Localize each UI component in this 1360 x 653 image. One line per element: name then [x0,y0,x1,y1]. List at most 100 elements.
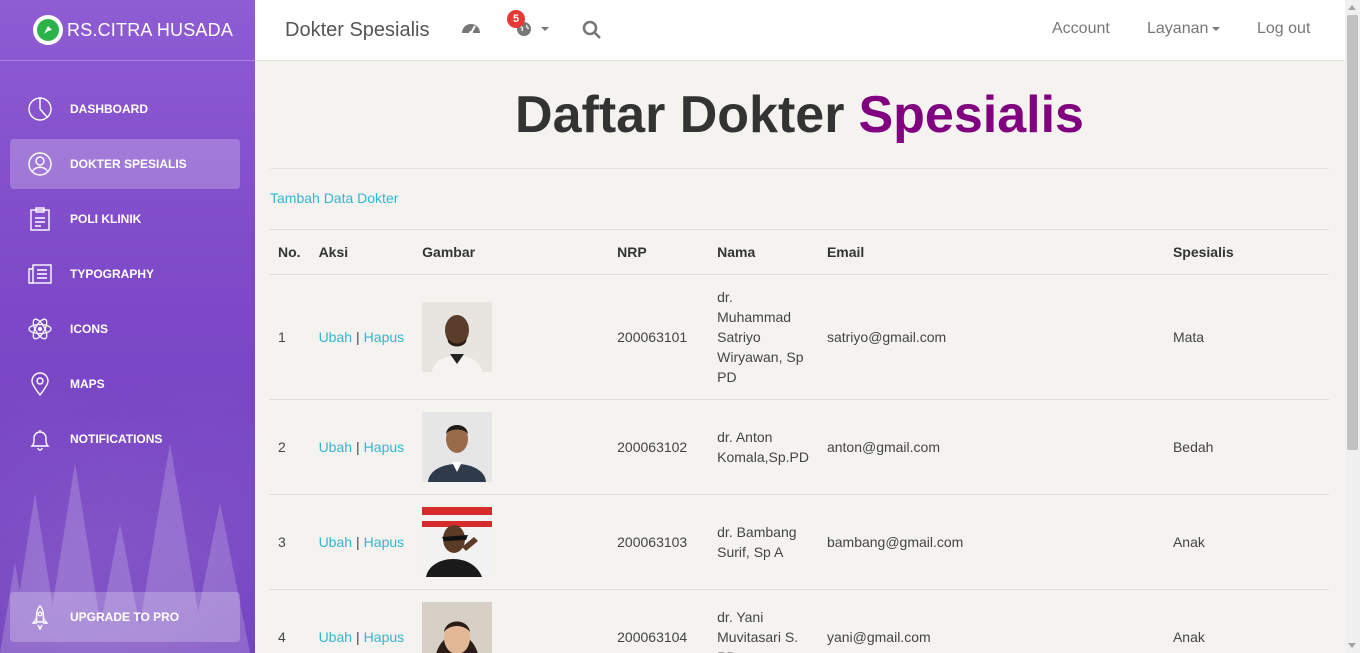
sidebar-item-notifications[interactable]: NOTIFICATIONS [10,414,240,464]
column-header-gambar: Gambar [413,229,609,275]
cell-email: anton@gmail.com [817,399,1164,495]
cell-actions: Ubah | Hapus [309,589,414,653]
table-row: 4 Ubah | Hapus 200063104 dr. Yani Muvitasa… [269,589,1329,653]
search-icon[interactable] [582,20,602,45]
cell-image [413,589,609,653]
sidebar-item-label: DOKTER SPESIALIS [70,157,187,171]
cell-spesialis: Bedah [1163,399,1329,495]
sidebar-item-maps[interactable]: MAPS [10,359,240,409]
column-header-nama: Nama [708,229,818,275]
page-title[interactable]: Dokter Spesialis [285,19,430,42]
sidebar-item-icons[interactable]: ICONS [10,304,240,354]
hospital-logo-icon [33,15,63,45]
cell-nrp: 200063101 [608,274,709,400]
sidebar-item-dokter-spesialis[interactable]: DOKTER SPESIALIS [10,139,240,189]
action-separator: | [356,329,360,345]
delete-link[interactable]: Hapus [364,439,404,455]
cell-no: 3 [269,494,310,590]
cell-nama: dr. Yani Muvitasari S. PD [708,589,818,653]
cell-image [413,494,609,590]
table-row: 3 Ubah | Hapus 200063103 dr. Bambang Surif… [269,494,1329,590]
sidebar-item-label: POLI KLINIK [70,212,142,226]
edit-link[interactable]: Ubah [319,534,352,550]
cell-nrp: 200063104 [608,589,709,653]
doctor-photo [422,302,493,372]
newspaper-icon [26,260,54,288]
sidebar: RS.CITRA HUSADA DASHBOARD DOKTER SPESIAL… [0,0,255,653]
cell-nrp: 200063102 [608,399,709,495]
column-header-nrp: NRP [608,229,709,275]
cell-image [413,274,609,400]
sidebar-item-label: NOTIFICATIONS [70,432,163,446]
logout-link[interactable]: Log out [1257,20,1310,38]
scroll-up-arrow-icon[interactable] [1348,5,1356,10]
bell-icon [26,425,54,453]
delete-link[interactable]: Hapus [364,534,404,550]
brand-title: RS.CITRA HUSADA [67,19,234,40]
scroll-down-arrow-icon[interactable] [1348,643,1356,648]
chevron-down-icon [1212,26,1221,31]
column-header-spesialis: Spesialis [1163,229,1329,275]
doctor-photo [422,602,493,653]
cell-email: yani@gmail.com [817,589,1164,653]
delete-link[interactable]: Hapus [364,329,404,345]
layanan-label: Layanan [1147,20,1209,37]
vertical-scrollbar[interactable] [1345,0,1360,653]
edit-link[interactable]: Ubah [319,329,352,345]
main-content: Daftar Dokter Spesialis Tambah Data Dokt… [255,61,1345,653]
cell-spesialis: Mata [1163,274,1329,400]
doctor-table: No. Aksi Gambar NRP Nama Email Spesialis… [269,229,1329,653]
doctor-photo [422,412,493,482]
cell-spesialis: Anak [1163,589,1329,653]
rocket-icon [26,603,54,631]
cell-no: 2 [269,399,310,495]
cell-no: 4 [269,589,310,653]
pie-chart-icon [26,95,54,123]
sidebar-item-poli-klinik[interactable]: POLI KLINIK [10,194,240,244]
sidebar-item-label: DASHBOARD [70,102,148,116]
cell-nama: dr. Anton Komala,Sp.PD [708,399,818,495]
sidebar-item-label: TYPOGRAPHY [70,267,155,281]
cell-nama: dr. Muhammad Satriyo Wiryawan, Sp PD [708,274,818,400]
user-circle-icon [26,150,54,178]
brand-header[interactable]: RS.CITRA HUSADA [0,0,255,61]
sidebar-item-dashboard[interactable]: DASHBOARD [10,84,240,134]
map-pin-icon [26,370,54,398]
heading-accent: Spesialis [858,85,1084,144]
table-header-row: No. Aksi Gambar NRP Nama Email Spesialis [269,229,1329,275]
scrollbar-thumb[interactable] [1347,15,1358,450]
sidebar-item-label: MAPS [70,377,105,391]
cell-no: 1 [269,274,310,400]
add-doctor-link[interactable]: Tambah Data Dokter [270,190,398,206]
column-header-email: Email [817,229,1164,275]
delete-link[interactable]: Hapus [364,629,404,645]
cell-nrp: 200063103 [608,494,709,590]
cell-actions: Ubah | Hapus [309,274,414,400]
cell-email: bambang@gmail.com [817,494,1164,590]
top-navbar: Dokter Spesialis 5 Account Layanan Log o… [255,0,1345,61]
clipboard-icon [26,205,54,233]
table-row: 2 Ubah | Hapus 200063102 dr. Anton Komala,… [269,399,1329,495]
sidebar-item-typography[interactable]: TYPOGRAPHY [10,249,240,299]
sidebar-nav: DASHBOARD DOKTER SPESIALIS POLI KLINIK T… [10,84,240,469]
upgrade-to-pro-button[interactable]: UPGRADE TO PRO [10,592,240,642]
action-separator: | [356,439,360,455]
chevron-down-icon [541,27,549,31]
cell-actions: Ubah | Hapus [309,494,414,590]
edit-link[interactable]: Ubah [319,629,352,645]
cell-email: satriyo@gmail.com [817,274,1164,400]
column-header-aksi: Aksi [309,229,414,275]
page-heading: Daftar Dokter Spesialis [270,61,1329,169]
notification-count-badge: 5 [507,10,525,28]
dashboard-gauge-icon[interactable] [460,18,482,45]
account-link[interactable]: Account [1052,20,1110,38]
action-separator: | [356,534,360,550]
atom-icon [26,315,54,343]
action-separator: | [356,629,360,645]
column-header-no: No. [269,229,310,275]
edit-link[interactable]: Ubah [319,439,352,455]
cell-actions: Ubah | Hapus [309,399,414,495]
doctor-photo [422,507,493,577]
layanan-dropdown[interactable]: Layanan [1147,20,1221,38]
upgrade-label: UPGRADE TO PRO [70,610,180,624]
